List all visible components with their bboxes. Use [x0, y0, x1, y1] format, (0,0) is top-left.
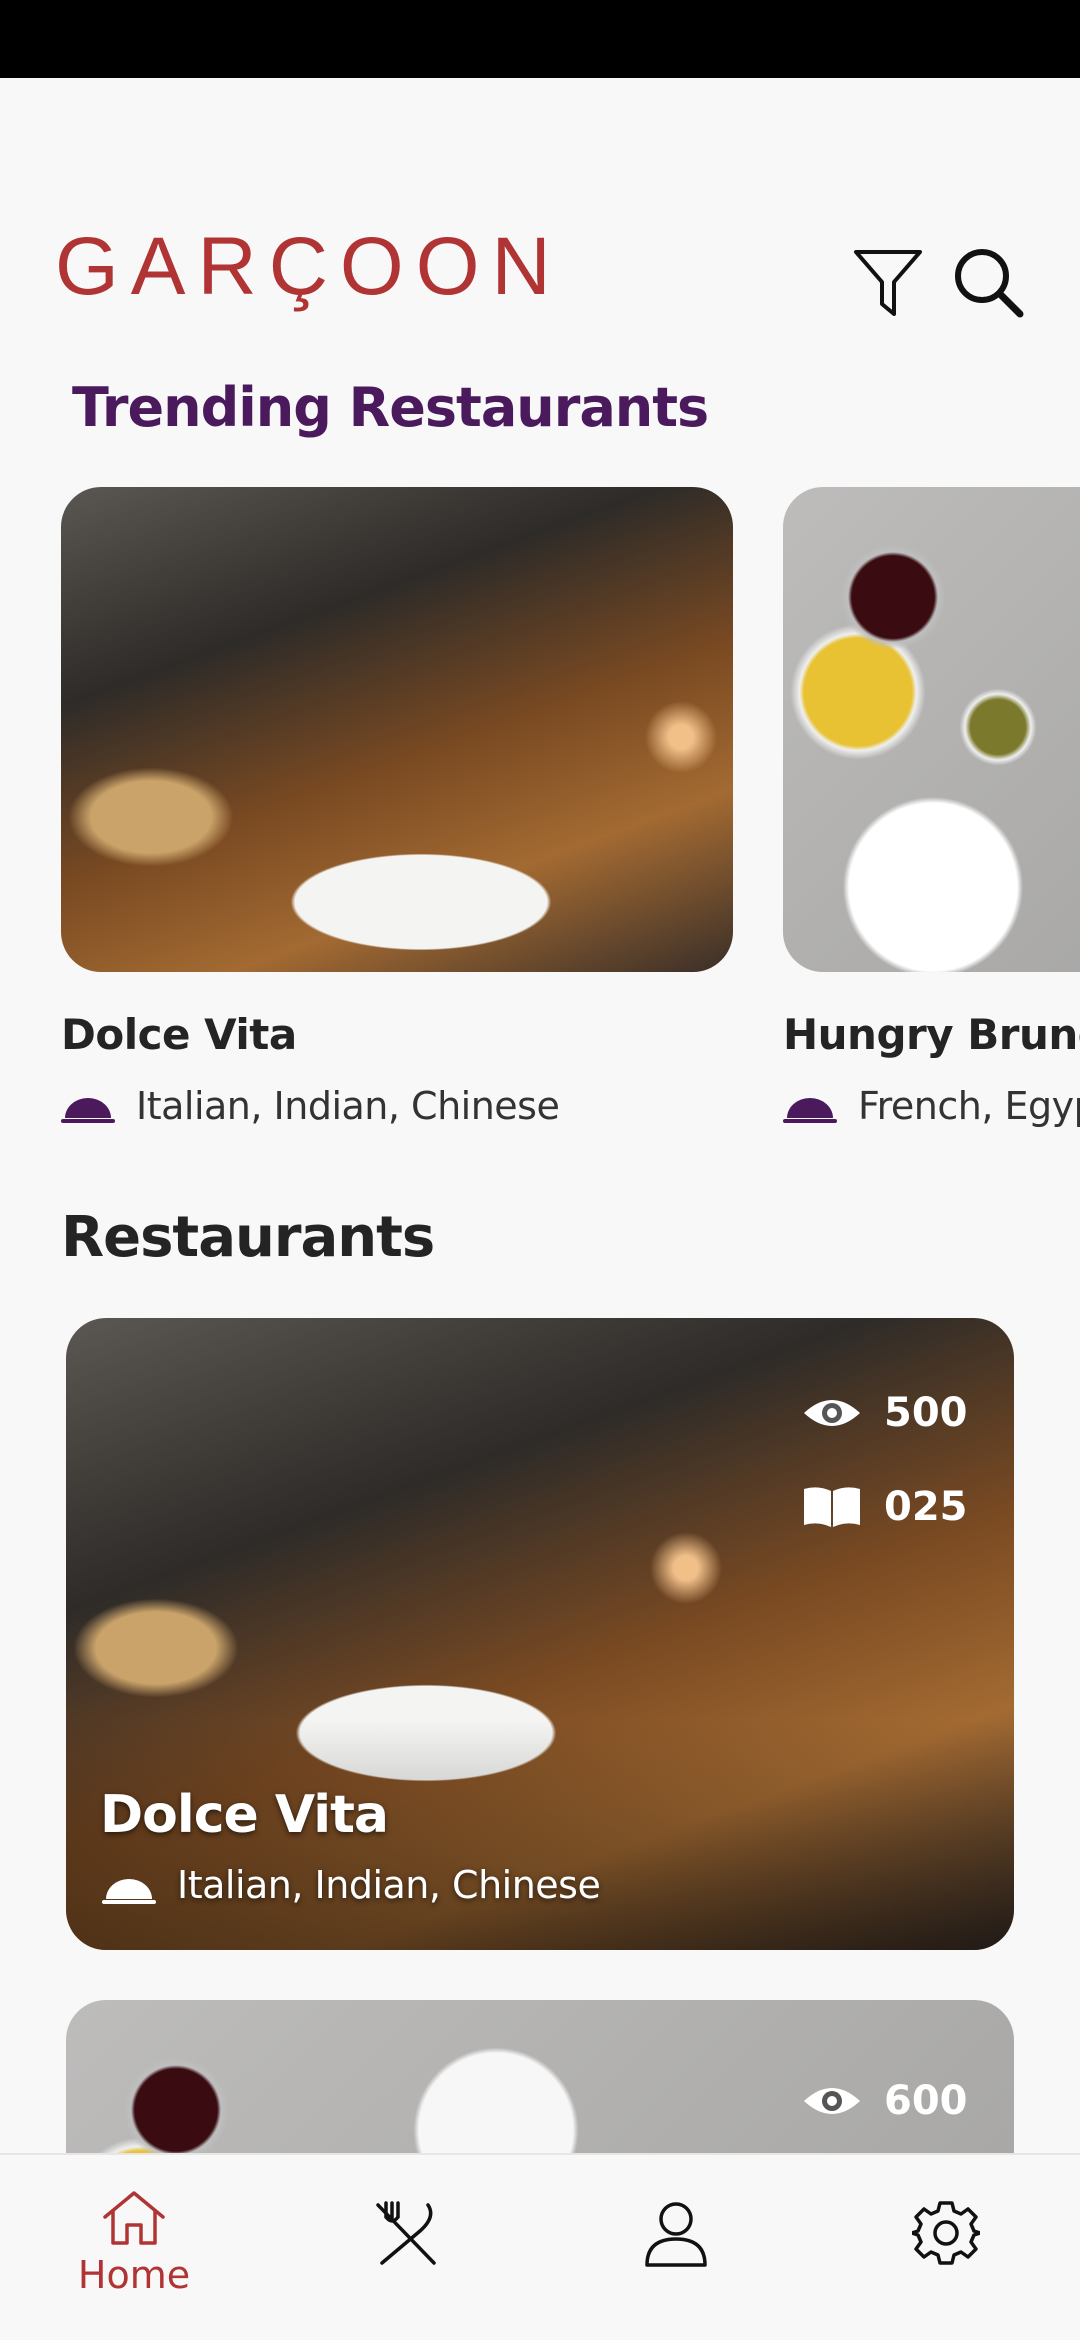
nav-settings[interactable] — [866, 2199, 1026, 2267]
reads-count: 025 — [884, 1484, 968, 1530]
search-icon[interactable] — [950, 244, 1026, 320]
nav-profile[interactable] — [596, 2199, 756, 2269]
restaurant-card-name[interactable]: Dolce Vita — [100, 1785, 389, 1845]
nav-home[interactable]: Home — [54, 2189, 214, 2297]
app-logo: GARÇOON — [55, 221, 563, 312]
cuisine-icon — [783, 1098, 837, 1123]
utensils-icon — [376, 2201, 436, 2265]
views-stat: 500 — [802, 1390, 968, 1436]
trending-card-cuisines: Italian, Indian, Chinese — [136, 1084, 560, 1128]
views-stat: 600 — [802, 2078, 968, 2124]
nav-home-label: Home — [77, 2253, 191, 2297]
views-count: 500 — [884, 1390, 968, 1436]
bottom-nav: Home — [0, 2153, 1080, 2340]
trending-card-image[interactable] — [61, 487, 733, 972]
status-bar — [0, 0, 1080, 78]
profile-icon — [645, 2202, 707, 2267]
trending-card-name[interactable]: Hungry Brunch — [783, 1010, 1080, 1059]
settings-icon — [912, 2201, 980, 2265]
views-count: 600 — [884, 2078, 968, 2124]
eye-icon — [804, 1400, 860, 1426]
trending-card-name[interactable]: Dolce Vita — [61, 1010, 297, 1059]
nav-restaurants[interactable] — [326, 2199, 486, 2269]
eye-icon — [804, 2088, 860, 2114]
cuisine-icon — [61, 1098, 115, 1123]
restaurant-card-cuisines: Italian, Indian, Chinese — [177, 1863, 601, 1907]
trending-title: Trending Restaurants — [72, 376, 709, 439]
trending-card-image[interactable] — [783, 487, 1080, 972]
restaurants-title: Restaurants — [61, 1205, 435, 1270]
filter-icon[interactable] — [850, 244, 926, 320]
book-icon — [804, 1487, 860, 1527]
reads-stat: 025 — [802, 1484, 968, 1530]
restaurant-card[interactable] — [66, 2000, 1014, 2153]
cuisine-icon — [102, 1879, 156, 1904]
trending-card-cuisines: French, Egyp — [858, 1084, 1080, 1128]
home-icon — [103, 2191, 165, 2245]
